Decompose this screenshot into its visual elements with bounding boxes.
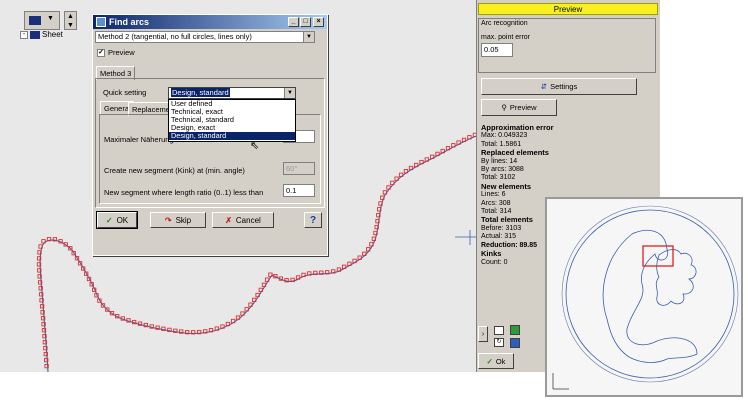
approx-max: Max: 0.049323 — [481, 132, 528, 140]
ok-button-label: OK — [116, 215, 129, 225]
settings-button[interactable]: ⇵ Settings — [481, 78, 637, 95]
preview-checkbox-label[interactable]: Preview — [108, 48, 135, 57]
arc-color-swatch[interactable] — [510, 338, 520, 348]
overview-drawing — [552, 205, 739, 390]
close-icon[interactable]: × — [313, 17, 324, 27]
cancel-button[interactable]: ✗ Cancel — [212, 212, 274, 228]
skip-button[interactable]: ↷ Skip — [150, 212, 206, 228]
method-select[interactable]: Method 2 (tangential, no full circles, l… — [95, 31, 315, 43]
quick-setting-dropdown[interactable]: User defined Technical, exact Technical,… — [168, 99, 296, 142]
overview-window[interactable] — [545, 197, 743, 397]
skip-arrow-icon: ↷ — [164, 215, 172, 225]
preview-button[interactable]: ⚲ Preview — [481, 99, 557, 116]
checkmark-icon: ✓ — [486, 356, 493, 366]
panel-title: Preview — [478, 3, 658, 15]
grid-view-icon — [29, 16, 41, 25]
kink-angle-label: Create new segment (Kink) at (min. angle… — [104, 166, 245, 175]
line-color-swatch[interactable] — [510, 325, 520, 335]
max-point-error-label: max. point error — [481, 34, 531, 41]
dropdown-option[interactable]: Design, standard — [169, 132, 295, 140]
ratio-label: New segment where length ratio (0..1) le… — [104, 188, 264, 197]
cancel-button-label: Cancel — [235, 215, 261, 225]
sheet-icon — [30, 30, 40, 39]
view-selection-box — [642, 245, 674, 267]
settings-icon: ⇵ — [540, 82, 548, 91]
arc-tool-icon[interactable]: ↻ — [494, 338, 504, 347]
max-error-label: Maximaler Näherungs — [104, 135, 178, 144]
maximize-icon[interactable]: □ — [300, 17, 311, 27]
minimize-icon[interactable]: _ — [288, 17, 299, 27]
ok-button[interactable]: ✓ OK — [96, 211, 138, 229]
new-header: New elements — [481, 181, 532, 191]
kink-angle-field[interactable]: 60° — [283, 162, 315, 175]
chevron-down-icon[interactable]: ▼ — [303, 32, 314, 42]
search-icon: ⚲ — [501, 103, 507, 112]
method-select-value: Method 2 (tangential, no full circles, l… — [98, 32, 252, 41]
chevron-down-icon[interactable]: ▼ — [284, 88, 295, 98]
panel-ok-button[interactable]: ✓ Ok — [478, 353, 514, 369]
app-icon — [96, 17, 106, 27]
panel-ok-label: Ok — [495, 356, 506, 366]
approx-header: Approximation error — [481, 123, 554, 132]
cross-icon: ✗ — [225, 215, 232, 225]
view-mode-button[interactable]: ▼ — [24, 11, 60, 30]
settings-button-label: Settings — [550, 82, 578, 91]
preview-button-label: Preview — [509, 103, 537, 112]
replaced-arcs: By arcs: 3088 — [481, 166, 524, 174]
ratio-field[interactable]: 0.1 — [283, 184, 315, 197]
updown-icon[interactable]: ▲ ▼ — [64, 11, 77, 30]
dialog-titlebar[interactable]: Find arcs _ □ × — [93, 15, 327, 29]
chevron-down-icon: ▼ — [47, 15, 54, 22]
expand-arrow-icon[interactable]: › — [478, 326, 488, 342]
preview-checkbox[interactable]: ✓ — [97, 48, 105, 57]
replaced-lines: By lines: 14 — [481, 157, 518, 165]
tree-root-label[interactable]: Sheet — [42, 30, 63, 39]
skip-button-label: Skip — [175, 215, 192, 225]
layer-tree[interactable]: - Sheet — [20, 30, 63, 39]
line-tool-icon[interactable] — [494, 326, 504, 335]
max-point-error-field[interactable]: 0.05 — [481, 43, 513, 57]
quick-setting-label: Quick setting — [103, 88, 147, 97]
tree-toggle[interactable]: - — [20, 30, 28, 39]
mouse-cursor-icon: ⇖ — [250, 140, 260, 152]
dialog-title: Find arcs — [109, 17, 150, 27]
preview-checkbox-row[interactable]: ✓ Preview — [97, 48, 135, 57]
help-button[interactable]: ? — [304, 212, 322, 228]
quick-setting-select[interactable]: Design, standard ▼ — [168, 87, 296, 99]
quick-setting-value: Design, standard — [171, 88, 230, 97]
checkmark-icon: ✓ — [105, 215, 113, 225]
arc-recognition-title: Arc recognition — [481, 20, 528, 27]
replaced-header: Replaced elements — [481, 148, 549, 158]
